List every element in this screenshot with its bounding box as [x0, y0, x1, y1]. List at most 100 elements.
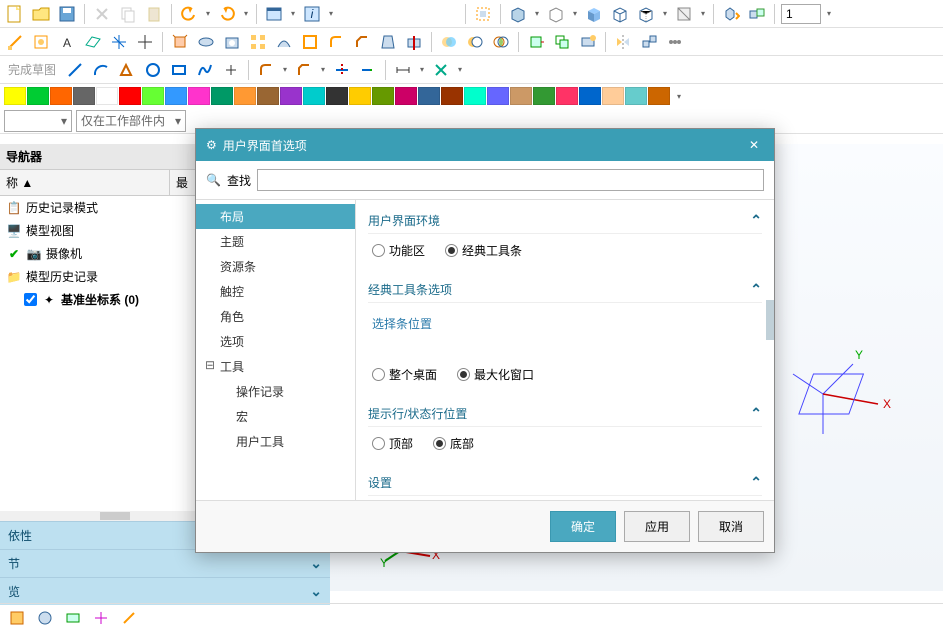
new-file-icon[interactable]	[4, 3, 26, 25]
assembly-icon[interactable]	[746, 3, 768, 25]
trim-body-icon[interactable]	[403, 31, 425, 53]
circle-icon[interactable]	[142, 59, 164, 81]
link-select-bar-pos[interactable]: 选择条位置	[372, 311, 758, 336]
color-swatch-4[interactable]	[96, 87, 118, 105]
tree-layout[interactable]: 布局	[196, 204, 355, 229]
color-swatch-19[interactable]	[441, 87, 463, 105]
extend-icon[interactable]	[357, 59, 379, 81]
tree-theme[interactable]: 主题	[196, 229, 355, 254]
section-details[interactable]: 节⌄	[0, 549, 330, 577]
wireframe-dropdown[interactable]: ▾	[571, 3, 579, 25]
arc-icon[interactable]	[90, 59, 112, 81]
datum-plane-icon[interactable]	[82, 31, 104, 53]
close-icon[interactable]: ✕	[744, 135, 764, 155]
rectangle-icon[interactable]	[168, 59, 190, 81]
shade-style-icon[interactable]	[507, 3, 529, 25]
sketch-icon[interactable]	[4, 31, 26, 53]
radio-bottom[interactable]: 底部	[433, 435, 474, 452]
unite-icon[interactable]	[438, 31, 460, 53]
bt-icon-1[interactable]	[6, 607, 28, 629]
section-preview[interactable]: 览⌄	[0, 577, 330, 605]
radio-full-desktop[interactable]: 整个桌面	[372, 366, 437, 383]
revolve-icon[interactable]	[195, 31, 217, 53]
cube-hidden-icon[interactable]	[635, 3, 657, 25]
tree-touch[interactable]: 触控	[196, 279, 355, 304]
chamfer-sketch-dropdown[interactable]: ▾	[319, 59, 327, 81]
sec-classic-opts[interactable]: 经典工具条选项⌃	[368, 277, 762, 303]
point-icon[interactable]	[134, 31, 156, 53]
chamfer-icon[interactable]	[351, 31, 373, 53]
chamfer-sketch-icon[interactable]	[293, 59, 315, 81]
tree-macro[interactable]: 宏	[196, 404, 355, 429]
search-input[interactable]	[257, 169, 764, 191]
bt-icon-5[interactable]	[118, 607, 140, 629]
sec-ui-env[interactable]: 用户界面环境⌃	[368, 208, 762, 234]
col-name[interactable]: 称 ▲	[0, 170, 170, 195]
fillet-sketch-icon[interactable]	[255, 59, 277, 81]
move-face-icon[interactable]	[525, 31, 547, 53]
color-swatch-10[interactable]	[234, 87, 256, 105]
color-swatch-15[interactable]	[349, 87, 371, 105]
color-swatch-9[interactable]	[211, 87, 233, 105]
dialog-titlebar[interactable]: ⚙ 用户界面首选项 ✕	[196, 129, 774, 161]
draft-icon[interactable]	[377, 31, 399, 53]
more-feature-icon[interactable]	[664, 31, 686, 53]
color-swatch-0[interactable]	[4, 87, 26, 105]
hole-icon[interactable]	[221, 31, 243, 53]
radio-classic-toolbar[interactable]: 经典工具条	[445, 242, 522, 259]
color-swatch-21[interactable]	[487, 87, 509, 105]
dimension-dropdown[interactable]: ▾	[418, 59, 426, 81]
line-icon[interactable]	[64, 59, 86, 81]
color-swatch-14[interactable]	[326, 87, 348, 105]
spline-icon[interactable]	[194, 59, 216, 81]
color-swatch-11[interactable]	[257, 87, 279, 105]
bt-icon-4[interactable]	[90, 607, 112, 629]
color-swatch-22[interactable]	[510, 87, 532, 105]
copy-icon[interactable]	[117, 3, 139, 25]
constraint-icon[interactable]	[430, 59, 452, 81]
color-swatch-23[interactable]	[533, 87, 555, 105]
cut-icon[interactable]	[91, 3, 113, 25]
point-sketch-icon[interactable]	[220, 59, 242, 81]
color-swatch-13[interactable]	[303, 87, 325, 105]
tree-role[interactable]: 角色	[196, 304, 355, 329]
collapse-icon[interactable]: ⊟	[204, 358, 216, 372]
color-swatch-2[interactable]	[50, 87, 72, 105]
datum-checkbox[interactable]	[24, 293, 37, 306]
color-swatch-3[interactable]	[73, 87, 95, 105]
color-swatch-17[interactable]	[395, 87, 417, 105]
sweep-icon[interactable]	[273, 31, 295, 53]
color-swatch-26[interactable]	[602, 87, 624, 105]
redo-icon[interactable]	[216, 3, 238, 25]
color-swatch-16[interactable]	[372, 87, 394, 105]
window-layout-icon[interactable]	[263, 3, 285, 25]
redo-dropdown[interactable]: ▾	[242, 3, 250, 25]
ok-button[interactable]: 确定	[550, 511, 616, 542]
filter-combo-2[interactable]: 仅在工作部件内▾	[76, 110, 186, 132]
layer-input[interactable]	[781, 4, 821, 24]
filter-combo-1[interactable]: ▾	[4, 110, 72, 132]
bt-icon-2[interactable]	[34, 607, 56, 629]
sec-settings[interactable]: 设置⌃	[368, 470, 762, 496]
intersect-icon[interactable]	[490, 31, 512, 53]
cancel-button[interactable]: 取消	[698, 511, 764, 542]
color-swatch-20[interactable]	[464, 87, 486, 105]
sec-prompt-pos[interactable]: 提示行/状态行位置⌃	[368, 401, 762, 427]
datum-axis-icon[interactable]	[108, 31, 130, 53]
color-swatch-27[interactable]	[625, 87, 647, 105]
fit-view-icon[interactable]	[472, 3, 494, 25]
pattern-icon[interactable]	[247, 31, 269, 53]
paste-icon[interactable]	[143, 3, 165, 25]
shade-dropdown[interactable]: ▾	[533, 3, 541, 25]
section-view-icon[interactable]	[673, 3, 695, 25]
profile-icon[interactable]	[116, 59, 138, 81]
fillet-icon[interactable]	[325, 31, 347, 53]
radio-ribbon[interactable]: 功能区	[372, 242, 425, 259]
transform-icon[interactable]	[720, 3, 742, 25]
trim-icon[interactable]	[331, 59, 353, 81]
cube-solid-icon[interactable]	[583, 3, 605, 25]
extrude-icon[interactable]	[169, 31, 191, 53]
shell-icon[interactable]	[299, 31, 321, 53]
color-swatch-12[interactable]	[280, 87, 302, 105]
tree-tools[interactable]: ⊟工具	[196, 354, 355, 379]
